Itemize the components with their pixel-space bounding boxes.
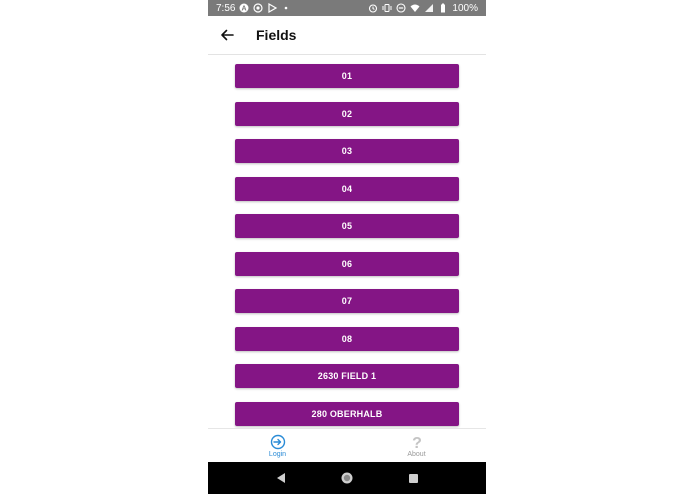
page-title: Fields	[256, 27, 297, 43]
field-button-07[interactable]: 07	[235, 289, 459, 313]
question-icon: ?	[409, 434, 425, 450]
status-left: 7:56 A	[216, 3, 291, 14]
status-bar: 7:56 A 100%	[208, 0, 486, 16]
a-circle-icon: A	[239, 3, 249, 13]
svg-text:?: ?	[412, 435, 422, 450]
dot-icon	[281, 3, 291, 13]
wifi-icon	[410, 3, 420, 13]
arrow-left-icon	[220, 28, 234, 42]
field-button-08[interactable]: 08	[235, 327, 459, 351]
bottom-tab-bar: Login ? About	[208, 428, 486, 463]
field-button-03[interactable]: 03	[235, 139, 459, 163]
play-store-icon	[267, 3, 278, 13]
status-time: 7:56	[216, 2, 236, 14]
field-button-02[interactable]: 02	[235, 102, 459, 126]
tab-login-label: Login	[268, 451, 287, 458]
home-circle-icon	[340, 471, 354, 485]
sync-icon	[253, 3, 264, 13]
field-button-2630-field-1[interactable]: 2630 FIELD 1	[235, 364, 459, 388]
field-button-01[interactable]: 01	[235, 64, 459, 88]
vibrate-icon	[382, 3, 392, 13]
back-triangle-icon	[275, 472, 287, 484]
svg-text:A: A	[242, 6, 247, 13]
login-icon	[270, 434, 286, 450]
field-button-05[interactable]: 05	[235, 214, 459, 238]
app-bar: Fields	[208, 16, 486, 55]
nav-recents-button[interactable]	[403, 468, 423, 488]
nav-home-button[interactable]	[337, 468, 357, 488]
signal-icon	[424, 3, 434, 13]
field-button-04[interactable]: 04	[235, 177, 459, 201]
tab-about-label: About	[407, 451, 426, 458]
phone-screen: 7:56 A 100% Fields 01 02 03 04 05 06 07 …	[208, 0, 486, 494]
back-button[interactable]	[208, 16, 246, 54]
battery-percent: 100%	[452, 2, 478, 14]
alarm-icon	[368, 3, 378, 13]
tab-login[interactable]: Login	[208, 429, 347, 463]
field-button-06[interactable]: 06	[235, 252, 459, 276]
dnd-icon	[396, 3, 406, 13]
field-button-280-oberhalb[interactable]: 280 OBERHALB	[235, 402, 459, 426]
recents-square-icon	[408, 473, 419, 484]
battery-icon	[438, 3, 448, 13]
status-right: 100%	[368, 3, 478, 14]
tab-about[interactable]: ? About	[347, 429, 486, 463]
fields-list[interactable]: 01 02 03 04 05 06 07 08 2630 FIELD 1 280…	[208, 55, 486, 428]
nav-back-button[interactable]	[271, 468, 291, 488]
system-nav-bar	[208, 462, 486, 494]
